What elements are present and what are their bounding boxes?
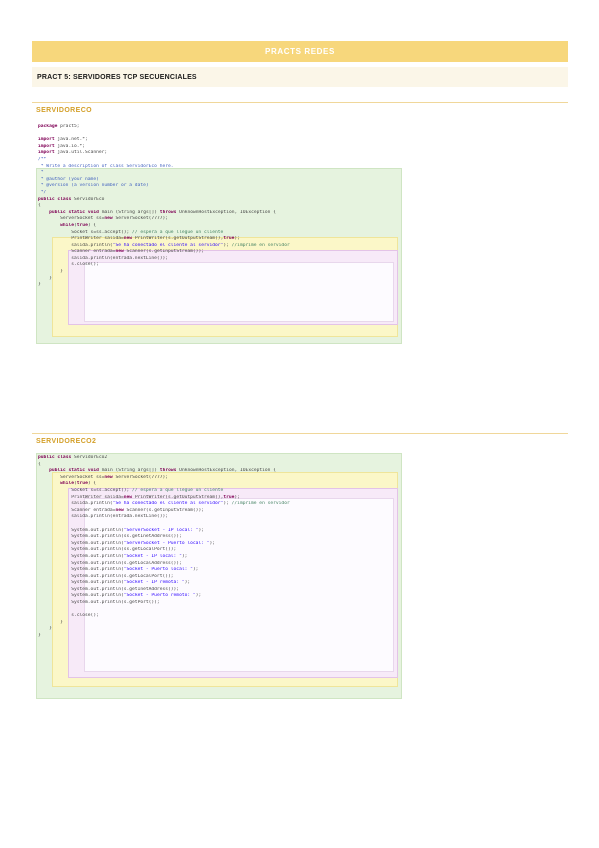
code-line: * @author (your name) xyxy=(38,176,99,182)
code-line: * xyxy=(38,170,44,176)
banner-title: PRACTS REDES xyxy=(265,47,335,56)
code-line: System.out.println("ServerSocket - Puert… xyxy=(38,540,216,546)
code-line: salida.println("Se ha conectado el clien… xyxy=(38,501,290,507)
code-line: System.out.println(s.getLocalAddress()); xyxy=(38,560,182,566)
code-line: } xyxy=(38,633,41,639)
code-line: ​ xyxy=(38,607,400,614)
code-line: while(true) { xyxy=(60,481,97,487)
code-line: ​ xyxy=(38,521,400,528)
code-line: PrintWriter salida=new PrintWriter(s.get… xyxy=(38,494,240,500)
code-line: { xyxy=(38,461,41,467)
practice-subtitle-bar: PRACT 5: SERVIDORES TCP SECUENCIALES xyxy=(32,67,568,87)
code-line: public class ServidorEco2 xyxy=(38,455,108,460)
code-line: public class ServidorEco xyxy=(38,196,105,202)
code-line: System.out.println("Socket - Puerto remo… xyxy=(38,593,202,599)
code-line: */ xyxy=(38,189,47,195)
code-line: System.out.println("Socket - IP local: "… xyxy=(38,553,188,559)
code-line: import java.util.Scanner; xyxy=(38,150,108,156)
code-line: Socket s=ss.accept(); // espera a que ll… xyxy=(38,229,224,235)
code-line: * Write a description of class ServidorE… xyxy=(38,163,174,169)
section-divider xyxy=(32,433,568,434)
code-line: * @version (a version number or a date) xyxy=(38,183,149,189)
code-line: /** xyxy=(38,156,47,162)
code-line: Scanner entrada=new Scanner(s.getInputSt… xyxy=(38,507,204,513)
code-line: System.out.println("ServerSocket - IP lo… xyxy=(38,527,204,533)
code-line: PrintWriter salida=new PrintWriter(s.get… xyxy=(38,236,240,242)
code-line: while(true) { xyxy=(60,222,97,228)
section-divider xyxy=(32,102,568,103)
code-block-servidoreco: package pract5;​import java.net.*;import… xyxy=(38,124,400,344)
code-line: System.out.println(ss.getInetAddress()); xyxy=(38,534,182,540)
code-line: System.out.println("Socket - Puerto loca… xyxy=(38,567,199,573)
code-line: s.close(); xyxy=(38,262,99,268)
code-line: s.close(); xyxy=(38,613,99,619)
section-title-servidoreco2: SERVIDORECO2 xyxy=(36,438,97,445)
code-line: ServerSocket ss=new ServerSocket(7777); xyxy=(38,216,169,222)
code-line: salida.println("Se ha conectado el clien… xyxy=(38,242,290,248)
code-line: } xyxy=(38,282,41,288)
code-line: } xyxy=(38,619,63,625)
code-line: public static void main (String args[]) … xyxy=(49,468,276,474)
code-line: { xyxy=(38,203,41,209)
page-banner: PRACTS REDES xyxy=(32,41,568,62)
code-line: System.out.println(s.getPort()); xyxy=(38,600,160,606)
code-line: ​ xyxy=(38,131,400,138)
code-line: Scanner entrada=new Scanner(s.getInputSt… xyxy=(38,249,204,255)
code-block-servidoreco2: public class ServidorEco2{ public static… xyxy=(38,455,400,695)
code-line: System.out.println(ss.getLocalPort()); xyxy=(38,547,177,553)
code-line: import java.net.*; xyxy=(38,137,88,143)
code-line: } xyxy=(38,626,52,632)
code-line: ServerSocket ss=new ServerSocket(7777); xyxy=(38,474,169,480)
code-line: } xyxy=(38,269,63,275)
code-line: System.out.println(s.getInetAddress()); xyxy=(38,586,180,592)
code-line: } xyxy=(38,275,52,281)
code-line: salida.println(entrada.nextLine()); xyxy=(38,255,168,261)
code-line: Socket s=ss.accept(); // espera a que ll… xyxy=(38,487,224,493)
section-title-servidoreco: SERVIDORECO xyxy=(36,107,93,114)
code-line: System.out.println("Socket - IP remota: … xyxy=(38,580,191,586)
code-line: package pract5; xyxy=(38,124,80,129)
code-line: salida.println(entrada.nextLine()); xyxy=(38,514,168,520)
practice-subtitle: PRACT 5: SERVIDORES TCP SECUENCIALES xyxy=(37,73,197,81)
code-line: public static void main (String args[]) … xyxy=(49,209,276,215)
code-line: System.out.println(s.getLocalPort()); xyxy=(38,573,174,579)
code-line: import java.io.*; xyxy=(38,143,86,149)
